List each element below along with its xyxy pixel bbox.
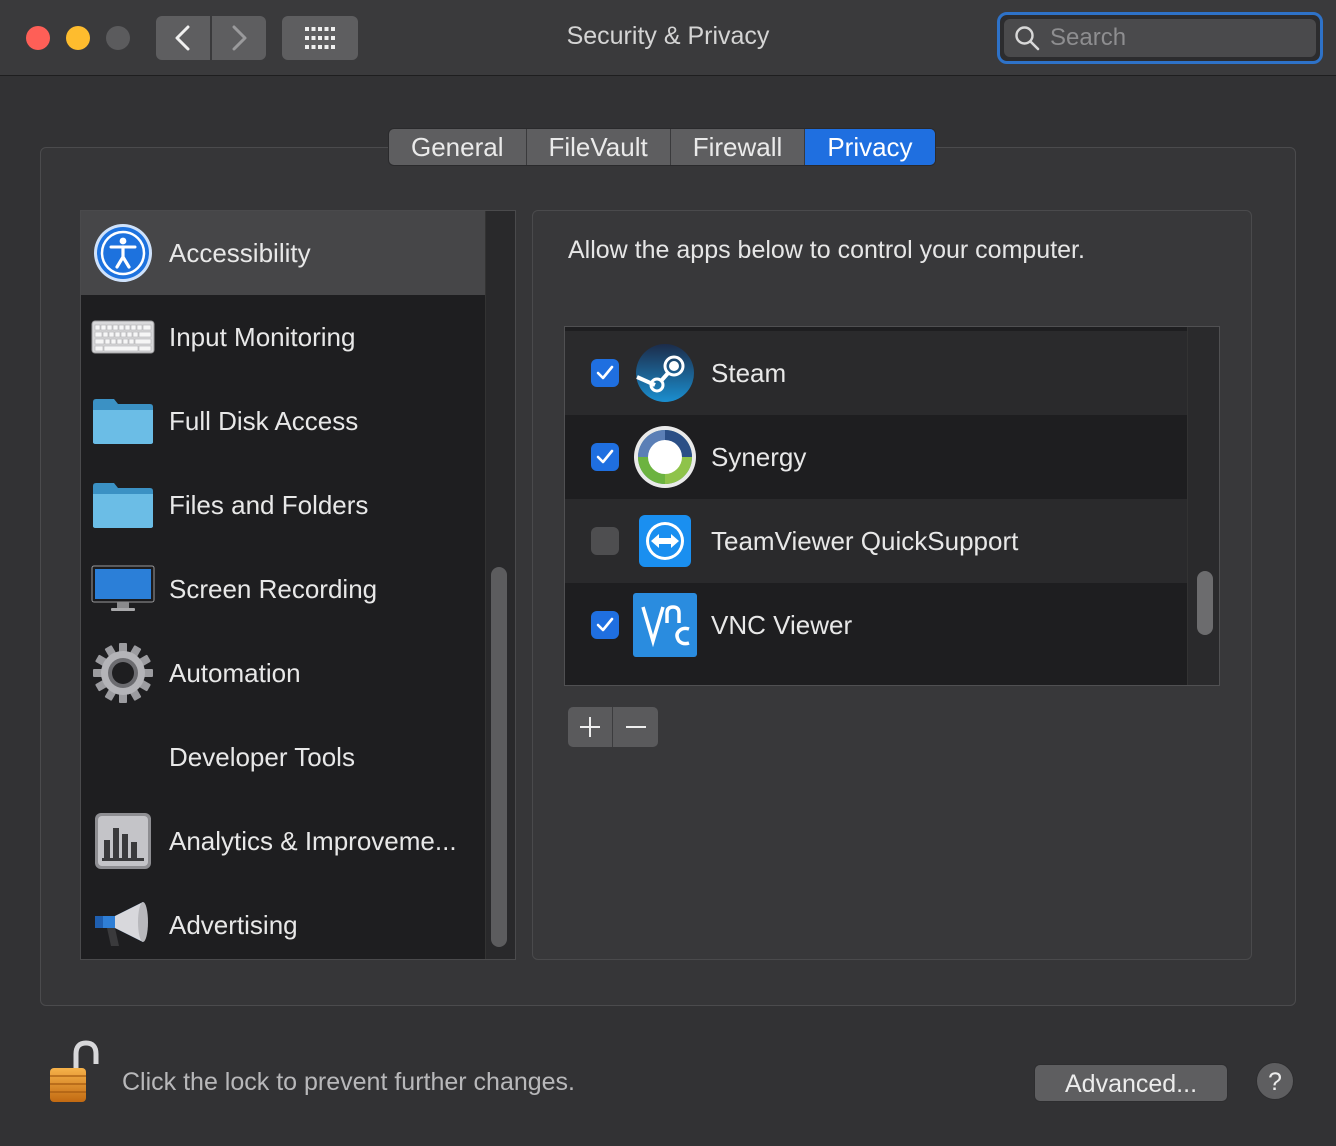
window-title: Security & Privacy xyxy=(566,22,770,50)
sidebar-scrollbar-thumb[interactable] xyxy=(491,567,507,947)
gear-icon xyxy=(91,641,155,705)
sidebar-item-developer-tools[interactable]: Developer Tools xyxy=(81,715,485,799)
search-icon xyxy=(1015,26,1040,51)
chevron-right-icon xyxy=(232,25,247,51)
panel-description: Allow the apps below to control your com… xyxy=(568,236,1085,264)
sidebar-item-screen-recording[interactable]: Screen Recording xyxy=(81,547,485,631)
app-list[interactable]: Steam Synergy TeamViewer QuickSupport VN… xyxy=(564,326,1220,686)
checkmark-icon xyxy=(596,365,614,380)
tab-firewall[interactable]: Firewall xyxy=(671,129,806,165)
sidebar-item-full-disk-access[interactable]: Full Disk Access xyxy=(81,379,485,463)
synergy-checkbox[interactable] xyxy=(591,443,619,471)
chevron-left-icon xyxy=(175,25,190,51)
vnc-viewer-icon xyxy=(633,593,697,657)
tab-bar: General FileVault Firewall Privacy xyxy=(388,128,936,166)
checkmark-icon xyxy=(596,617,614,632)
sidebar-item-analytics[interactable]: Analytics & Improveme... xyxy=(81,799,485,883)
app-name: VNC Viewer xyxy=(711,609,853,640)
sidebar-item-label: Screen Recording xyxy=(169,573,378,604)
sidebar-item-label: Full Disk Access xyxy=(169,405,359,436)
teamviewer-icon xyxy=(633,509,697,573)
app-name: Synergy xyxy=(711,441,807,472)
add-remove-controls xyxy=(568,707,658,747)
sidebar-item-label: Automation xyxy=(169,657,301,688)
steam-checkbox[interactable] xyxy=(591,359,619,387)
synergy-icon xyxy=(633,425,697,489)
plus-icon xyxy=(580,717,600,737)
search-input[interactable] xyxy=(1050,24,1290,52)
unlocked-padlock-icon xyxy=(50,1040,99,1102)
analytics-icon xyxy=(91,809,155,873)
app-row-teamviewer[interactable]: TeamViewer QuickSupport xyxy=(565,499,1187,583)
search-field[interactable] xyxy=(997,12,1323,64)
tab-filevault[interactable]: FileVault xyxy=(527,129,671,165)
search-box[interactable] xyxy=(1004,19,1316,57)
tab-general[interactable]: General xyxy=(389,129,527,165)
accessibility-icon xyxy=(91,221,155,285)
steam-icon xyxy=(633,341,697,405)
display-icon xyxy=(91,557,155,621)
app-name: TeamViewer QuickSupport xyxy=(711,525,1019,556)
tab-privacy[interactable]: Privacy xyxy=(805,129,935,165)
help-button[interactable]: ? xyxy=(1256,1062,1294,1100)
megaphone-icon xyxy=(91,893,155,957)
privacy-category-list[interactable]: Accessibility Input Monitoring Full Disk xyxy=(80,210,516,960)
lock-button[interactable] xyxy=(46,1040,102,1106)
developer-tools-icon-placeholder xyxy=(91,725,155,789)
back-button[interactable] xyxy=(156,16,210,60)
sidebar-item-input-monitoring[interactable]: Input Monitoring xyxy=(81,295,485,379)
close-window-button[interactable] xyxy=(26,26,50,50)
checkmark-icon xyxy=(596,449,614,464)
sidebar-item-label: Input Monitoring xyxy=(169,321,356,352)
sidebar-item-automation[interactable]: Automation xyxy=(81,631,485,715)
zoom-window-button[interactable] xyxy=(106,26,130,50)
remove-app-button[interactable] xyxy=(613,707,658,747)
folder-icon xyxy=(91,473,155,537)
minus-icon xyxy=(625,726,646,728)
sidebar-item-label: Accessibility xyxy=(169,237,311,268)
sidebar-item-label: Analytics & Improveme... xyxy=(169,825,457,856)
show-all-button[interactable] xyxy=(282,16,358,60)
sidebar-item-label: Developer Tools xyxy=(169,741,355,772)
app-row-steam[interactable]: Steam xyxy=(565,331,1187,415)
sidebar-item-advertising[interactable]: Advertising xyxy=(81,883,485,959)
sidebar-item-label: Advertising xyxy=(169,909,298,940)
sidebar-item-accessibility[interactable]: Accessibility xyxy=(81,211,485,295)
vnc-viewer-checkbox[interactable] xyxy=(591,611,619,639)
app-row-vnc-viewer[interactable]: VNC Viewer xyxy=(565,583,1187,667)
advanced-button[interactable]: Advanced... xyxy=(1034,1064,1228,1102)
teamviewer-checkbox[interactable] xyxy=(591,527,619,555)
sidebar-item-label: Files and Folders xyxy=(169,489,369,520)
app-list-scrollbar-thumb[interactable] xyxy=(1197,571,1213,635)
minimize-window-button[interactable] xyxy=(66,26,90,50)
add-app-button[interactable] xyxy=(568,707,613,747)
sidebar-item-files-and-folders[interactable]: Files and Folders xyxy=(81,463,485,547)
app-row-synergy[interactable]: Synergy xyxy=(565,415,1187,499)
title-bar: Security & Privacy xyxy=(0,0,1336,76)
forward-button[interactable] xyxy=(212,16,266,60)
keyboard-icon xyxy=(91,305,155,369)
navigation-buttons xyxy=(156,16,266,60)
grid-icon xyxy=(305,27,335,49)
app-name: Steam xyxy=(711,357,787,388)
folder-icon xyxy=(91,389,155,453)
lock-message: Click the lock to prevent further change… xyxy=(122,1068,576,1096)
